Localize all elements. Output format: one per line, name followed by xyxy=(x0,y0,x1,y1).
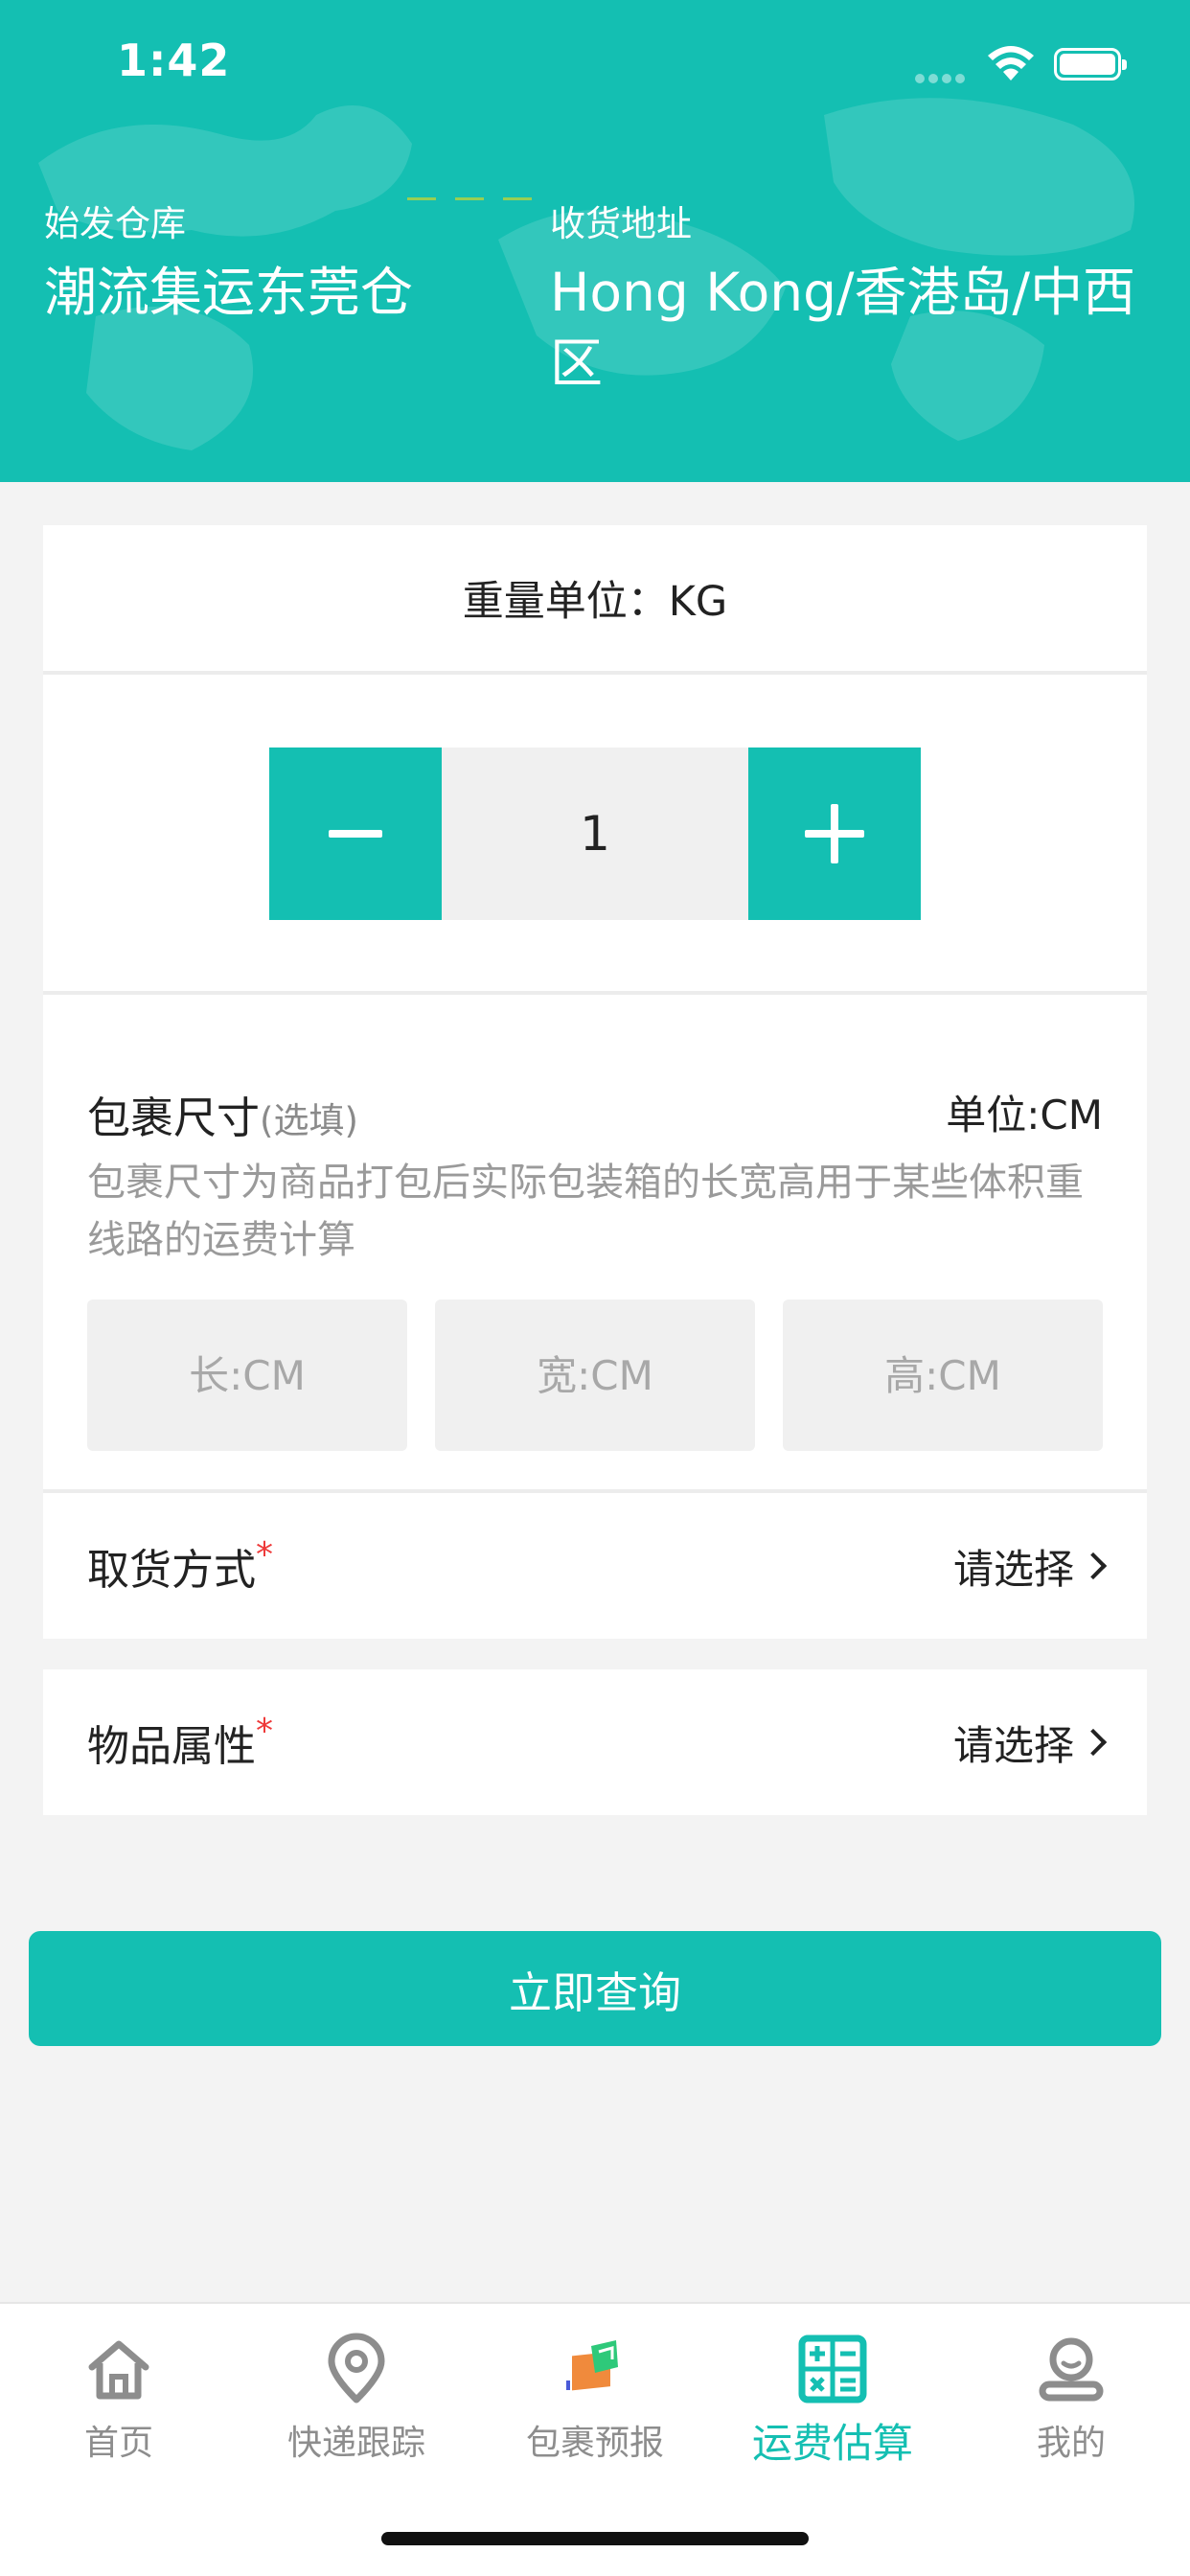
home-indicator xyxy=(381,2532,809,2545)
optional-hint: (选填) xyxy=(260,1100,358,1141)
increase-button[interactable] xyxy=(748,748,921,920)
cellular-signal-icon xyxy=(915,69,971,83)
length-input[interactable] xyxy=(87,1300,407,1451)
tab-label: 我的 xyxy=(1036,2424,1106,2463)
decrease-button[interactable] xyxy=(269,748,442,920)
battery-icon xyxy=(1054,48,1127,80)
dimension-inputs xyxy=(87,1300,1103,1451)
tab-package-forecast[interactable]: 包裹预报 xyxy=(476,2331,714,2474)
chevron-right-icon xyxy=(1079,1552,1108,1580)
pickup-method-row[interactable]: 取货方式* 请选择 xyxy=(43,1493,1147,1639)
tab-freight-estimate[interactable]: 运费估算 xyxy=(714,2331,951,2474)
location-pin-icon xyxy=(328,2333,385,2404)
origin-label: 始发仓库 xyxy=(44,203,186,244)
weight-unit-label: 重量单位：KG xyxy=(43,525,1147,671)
package-size-title: 包裹尺寸(选填) xyxy=(87,1083,358,1145)
tab-label: 运费估算 xyxy=(751,2420,913,2467)
required-mark: * xyxy=(256,1712,273,1751)
weight-quantity[interactable]: 1 xyxy=(442,748,748,920)
calculator-icon xyxy=(798,2334,867,2404)
tab-label: 首页 xyxy=(83,2424,153,2463)
pickup-method-label: 取货方式 xyxy=(87,1546,256,1595)
tab-label: 快递跟踪 xyxy=(286,2424,425,2463)
destination-address[interactable]: Hong Kong/香港岛/中西区 xyxy=(550,257,1144,399)
tab-home[interactable]: 首页 xyxy=(0,2331,238,2474)
route-header: 1:42 始发仓库 潮流集运东莞仓 收货地址 Hong Kong/香港岛/中西区 xyxy=(0,0,1190,482)
minus-icon xyxy=(329,830,382,838)
chevron-right-icon xyxy=(1079,1728,1108,1757)
item-attribute-row[interactable]: 物品属性* 请选择 xyxy=(43,1669,1147,1815)
status-time: 1:42 xyxy=(117,34,231,86)
weight-stepper: 1 xyxy=(269,748,921,920)
tab-label: 包裹预报 xyxy=(525,2424,664,2463)
tab-tracking[interactable]: 快递跟踪 xyxy=(238,2331,475,2474)
package-size-description: 包裹尺寸为商品打包后实际包装箱的长宽高用于某些体积重线路的运费计算 xyxy=(87,1161,1084,1262)
package-size-label: 包裹尺寸 xyxy=(87,1092,261,1143)
query-button[interactable]: 立即查询 xyxy=(29,1931,1161,2046)
user-icon xyxy=(1039,2337,1104,2402)
item-attribute-value: 请选择 xyxy=(952,1721,1074,1769)
pickup-method-value: 请选择 xyxy=(952,1545,1074,1593)
item-attribute-label: 物品属性 xyxy=(87,1722,256,1771)
required-mark: * xyxy=(256,1535,273,1575)
size-unit-label: 单位:CM xyxy=(946,1092,1103,1138)
width-input[interactable] xyxy=(435,1300,755,1451)
home-icon xyxy=(88,2340,149,2400)
freight-estimate-page: 1:42 始发仓库 潮流集运东莞仓 收货地址 Hong Kong/香港岛/中西区… xyxy=(0,0,1190,2576)
wifi-icon xyxy=(988,46,1034,80)
tab-profile[interactable]: 我的 xyxy=(952,2331,1190,2474)
package-size-card: 包裹尺寸(选填) 单位:CM 包裹尺寸为商品打包后实际包装箱的长宽高用于某些体积… xyxy=(43,995,1147,1489)
height-input[interactable] xyxy=(783,1300,1103,1451)
weight-stepper-card: 1 xyxy=(43,675,1147,991)
route-dash-decoration xyxy=(407,186,551,200)
origin-warehouse[interactable]: 潮流集运东莞仓 xyxy=(44,257,504,328)
status-bar: 1:42 xyxy=(0,0,1190,134)
package-forecast-icon xyxy=(566,2340,618,2391)
destination-label: 收货地址 xyxy=(550,203,692,244)
